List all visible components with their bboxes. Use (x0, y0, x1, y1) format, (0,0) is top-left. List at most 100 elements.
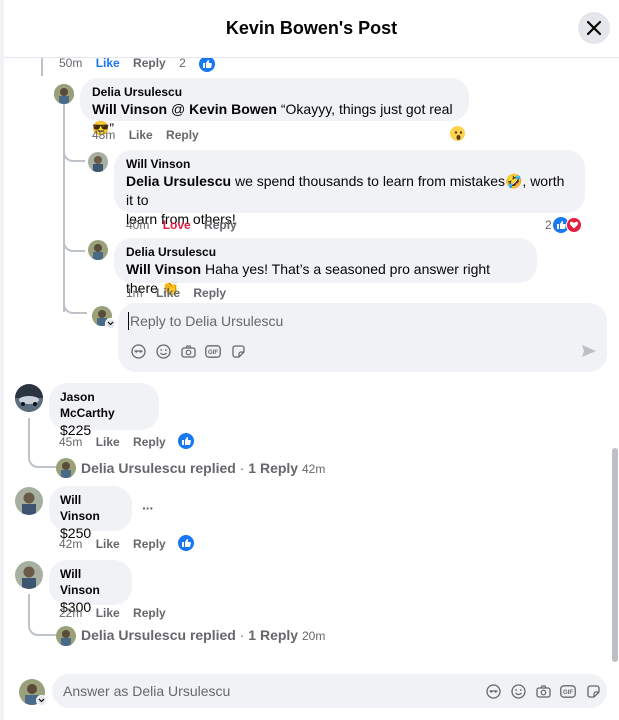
like-link[interactable]: Like (96, 606, 120, 620)
gif-icon[interactable]: GIF (560, 683, 576, 699)
separator: · (235, 627, 249, 643)
comment-author[interactable]: Delia Ursulescu (126, 244, 525, 260)
top-comment-meta: 50m Like Reply 2 (59, 56, 235, 72)
comment-meta: 48m Like Reply (92, 128, 209, 142)
mention[interactable]: Kevin Bowen (189, 101, 277, 117)
avatar[interactable] (15, 487, 43, 515)
comment-bubble: Will Vinson Delia Ursulescu we spend tho… (114, 150, 585, 227)
comment-bubble: Delia Ursulescu Will Vinson @ Kevin Bowe… (80, 78, 469, 136)
comment-time: 45m (59, 435, 83, 449)
comment-meta: 22m Like Reply (59, 606, 176, 620)
mention[interactable]: Will Vinson (126, 261, 201, 277)
love-link[interactable]: Love (163, 218, 191, 232)
comment-input-box[interactable]: Answer as Delia Ursulescu GIF (52, 674, 607, 708)
comment-time: 22m (59, 606, 83, 620)
comment-author[interactable]: Will Vinson (60, 492, 121, 524)
separator: · (235, 460, 249, 476)
reply-link[interactable]: Reply (133, 435, 166, 449)
comment-author[interactable]: Will Vinson (60, 566, 121, 598)
thread-line (41, 56, 43, 76)
comment-author[interactable]: Will Vinson (126, 156, 573, 172)
avatar[interactable] (15, 561, 43, 589)
reply-count: 1 Reply (248, 627, 299, 643)
comment-bubble: Will Vinson $300 (49, 560, 132, 615)
comment-input[interactable]: Answer as Delia Ursulescu (63, 683, 230, 699)
comment-author[interactable]: Delia Ursulescu (92, 84, 457, 100)
reply-link[interactable]: Reply (133, 537, 166, 551)
svg-text:GIF: GIF (563, 690, 573, 696)
comment-bubble: Delia Ursulescu Will Vinson Haha yes! Th… (114, 238, 537, 296)
comment-time: 1m (126, 286, 143, 300)
like-link[interactable]: Like (156, 286, 180, 300)
thread-connector (28, 610, 56, 636)
reply-link[interactable]: Reply (133, 606, 166, 620)
avatar[interactable] (56, 458, 76, 478)
wow-reaction-icon[interactable] (449, 125, 466, 142)
sticker-icon[interactable] (230, 343, 246, 359)
avatar[interactable] (56, 626, 76, 646)
like-reaction-icon (178, 432, 194, 449)
comment-time: 48m (92, 128, 116, 142)
like-link[interactable]: Like (96, 435, 120, 449)
avatar[interactable] (88, 152, 108, 172)
post-dialog: Kevin Bowen's Post 50m Like Reply 2 Deli… (4, 0, 619, 720)
reply-link[interactable]: Reply (166, 128, 199, 142)
sticker-icon[interactable] (585, 683, 601, 699)
chevron-down-icon[interactable] (105, 318, 116, 329)
replied-label: Delia Ursulescu replied (81, 460, 236, 476)
camera-icon[interactable] (180, 343, 196, 359)
comment-bubble: Will Vinson $250 (49, 486, 132, 541)
avatar-sticker-icon[interactable] (130, 343, 146, 359)
replied-label: Delia Ursulescu replied (81, 627, 236, 643)
comment-author[interactable]: Jason McCarthy (60, 389, 148, 421)
emoji-icon[interactable] (155, 343, 171, 359)
avatar-sticker-icon[interactable] (485, 683, 501, 699)
reaction-badge[interactable] (178, 432, 194, 450)
reply-link[interactable]: Reply (193, 286, 226, 300)
replied-time: 20m (302, 629, 326, 643)
emoji-icon[interactable] (510, 683, 526, 699)
gif-icon[interactable]: GIF (205, 343, 221, 359)
view-replies-link[interactable]: Delia Ursulescu replied · 1 Reply 42m (81, 460, 325, 476)
reaction-summary[interactable]: 2 (545, 217, 582, 233)
avatar[interactable] (54, 84, 74, 104)
comment-meta: 40m Love Reply (126, 218, 247, 232)
thread-connector (63, 298, 87, 314)
avatar[interactable] (15, 384, 43, 412)
reaction-count: 2 (545, 218, 552, 232)
chevron-down-icon[interactable] (36, 695, 47, 706)
comment-composer: Answer as Delia Ursulescu GIF (4, 668, 619, 720)
more-options-button[interactable]: ··· (142, 500, 154, 516)
close-icon (587, 21, 601, 35)
send-icon[interactable] (580, 342, 598, 360)
reaction-badge[interactable] (178, 534, 194, 552)
comment-time: 50m (59, 56, 83, 71)
thread-connector (63, 230, 85, 252)
like-link[interactable]: Like (96, 56, 120, 70)
reply-input-box[interactable]: Reply to Delia Ursulescu GIF (118, 303, 607, 372)
text-cursor (128, 312, 129, 330)
reply-link[interactable]: Reply (133, 56, 166, 70)
dialog-title: Kevin Bowen's Post (225, 18, 398, 38)
like-link[interactable]: Like (96, 537, 120, 551)
dialog-header: Kevin Bowen's Post (4, 0, 619, 58)
replied-time: 42m (302, 462, 326, 476)
avatar[interactable] (88, 240, 108, 260)
close-button[interactable] (578, 12, 610, 44)
mention[interactable]: Delia Ursulescu (126, 173, 231, 189)
svg-text:GIF: GIF (208, 350, 218, 356)
like-link[interactable]: Like (129, 128, 153, 142)
like-reaction-icon (178, 534, 194, 551)
mention-separator: @ (167, 101, 190, 117)
scrollbar-thumb[interactable] (612, 448, 618, 662)
comment-meta: 1m Like Reply (126, 286, 236, 300)
mention[interactable]: Will Vinson (92, 101, 167, 117)
camera-icon[interactable] (535, 683, 551, 699)
reaction-count: 2 (179, 56, 225, 72)
comment-time: 42m (59, 537, 83, 551)
reply-input[interactable]: Reply to Delia Ursulescu (130, 313, 283, 329)
view-replies-link[interactable]: Delia Ursulescu replied · 1 Reply 20m (81, 627, 325, 643)
like-reaction-icon (199, 56, 216, 72)
reply-link[interactable]: Reply (204, 218, 237, 232)
thread-line (63, 104, 65, 312)
